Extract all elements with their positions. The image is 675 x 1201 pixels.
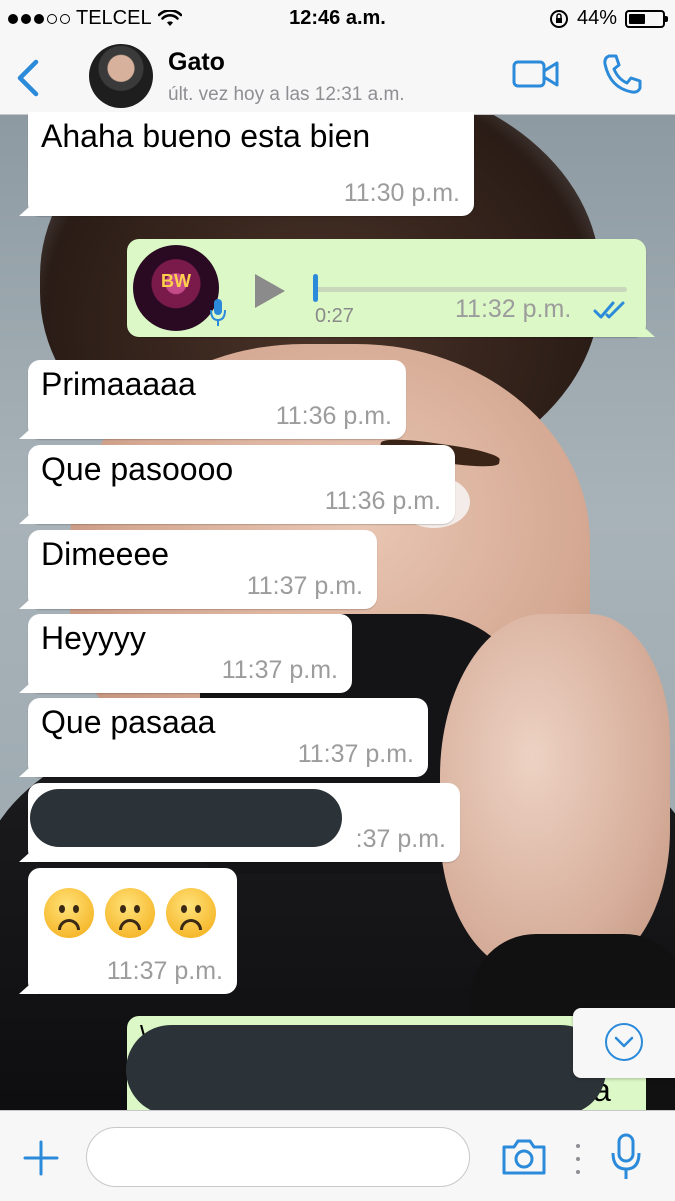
voice-sender-avatar: BW bbox=[133, 245, 219, 331]
message-bubble-incoming[interactable]: Que pasoooo 11:36 p.m. bbox=[28, 445, 455, 524]
message-text: Que pasoooo bbox=[41, 451, 234, 487]
last-seen-status: últ. vez hoy a las 12:31 a.m. bbox=[168, 84, 405, 105]
message-bubble-incoming[interactable]: 11:37 p.m. bbox=[28, 868, 237, 994]
chevron-left-icon[interactable] bbox=[14, 58, 44, 98]
status-right: 44% bbox=[549, 7, 668, 30]
message-text: Heyyyy bbox=[41, 620, 146, 656]
message-bubble-incoming[interactable]: Heyyyy 11:37 p.m. bbox=[28, 614, 352, 693]
message-bubble-incoming[interactable]: Ahaha bueno esta bien 11:30 p.m. bbox=[28, 112, 474, 216]
more-options-icon[interactable] bbox=[576, 1144, 582, 1174]
message-text: Ahaha bueno esta bien bbox=[41, 118, 371, 154]
voice-message-bubble[interactable]: BW 0:27 11:32 p.m. bbox=[127, 239, 646, 337]
wallpaper-hand bbox=[440, 614, 670, 974]
status-bar: TELCEL 12:46 a.m. 44% bbox=[0, 0, 675, 36]
message-time: 11:37 p.m. bbox=[246, 572, 363, 600]
play-icon[interactable] bbox=[255, 274, 285, 308]
frowning-face-icon bbox=[105, 888, 155, 938]
message-input[interactable] bbox=[86, 1127, 470, 1187]
chat-header: Gato últ. vez hoy a las 12:31 a.m. bbox=[0, 36, 675, 115]
message-time: 11:37 p.m. bbox=[297, 740, 414, 768]
message-time: 11:36 p.m. bbox=[324, 487, 441, 515]
message-time: 11:30 p.m. bbox=[343, 179, 460, 207]
message-time: 11:36 p.m. bbox=[275, 402, 392, 430]
plus-icon[interactable] bbox=[22, 1139, 60, 1177]
scroll-to-bottom-button[interactable] bbox=[573, 1008, 675, 1078]
message-time: :37 p.m. bbox=[355, 825, 446, 853]
battery-icon bbox=[625, 9, 668, 28]
frowning-face-icon bbox=[166, 888, 216, 938]
video-camera-icon[interactable] bbox=[512, 58, 560, 90]
contact-avatar[interactable] bbox=[89, 44, 153, 108]
voice-avatar-text: BW bbox=[161, 271, 191, 291]
chevron-down-icon bbox=[605, 1023, 643, 1061]
message-time: 11:37 p.m. bbox=[106, 957, 223, 985]
message-bubble-incoming[interactable]: :37 p.m. bbox=[28, 783, 460, 862]
emoji-row bbox=[44, 888, 216, 938]
message-bubble-incoming[interactable]: Primaaaaa 11:36 p.m. bbox=[28, 360, 406, 439]
message-time: 11:37 p.m. bbox=[221, 656, 338, 684]
message-bubble-incoming[interactable]: Dimeeee 11:37 p.m. bbox=[28, 530, 377, 609]
microphone-icon[interactable] bbox=[610, 1133, 642, 1181]
microphone-icon bbox=[210, 299, 226, 326]
voice-progress-knob[interactable] bbox=[313, 274, 318, 302]
rotation-lock-icon bbox=[549, 9, 568, 28]
camera-icon[interactable] bbox=[500, 1137, 548, 1177]
redaction-bar bbox=[126, 1025, 606, 1115]
phone-icon[interactable] bbox=[600, 52, 644, 96]
voice-duration: 0:27 bbox=[315, 305, 354, 327]
message-text: Dimeeee bbox=[41, 536, 170, 572]
message-text: Que pasaaa bbox=[41, 704, 216, 740]
voice-progress-track[interactable] bbox=[315, 287, 627, 292]
contact-name[interactable]: Gato bbox=[168, 48, 225, 77]
redaction-bar bbox=[30, 789, 342, 847]
message-time: 11:32 p.m. bbox=[455, 295, 572, 323]
message-bubble-incoming[interactable]: Que pasaaa 11:37 p.m. bbox=[28, 698, 428, 777]
frowning-face-icon bbox=[44, 888, 94, 938]
double-check-icon bbox=[593, 301, 625, 319]
message-input-bar bbox=[0, 1110, 675, 1201]
battery-percent: 44% bbox=[576, 7, 617, 29]
message-text: Primaaaaa bbox=[41, 366, 196, 402]
